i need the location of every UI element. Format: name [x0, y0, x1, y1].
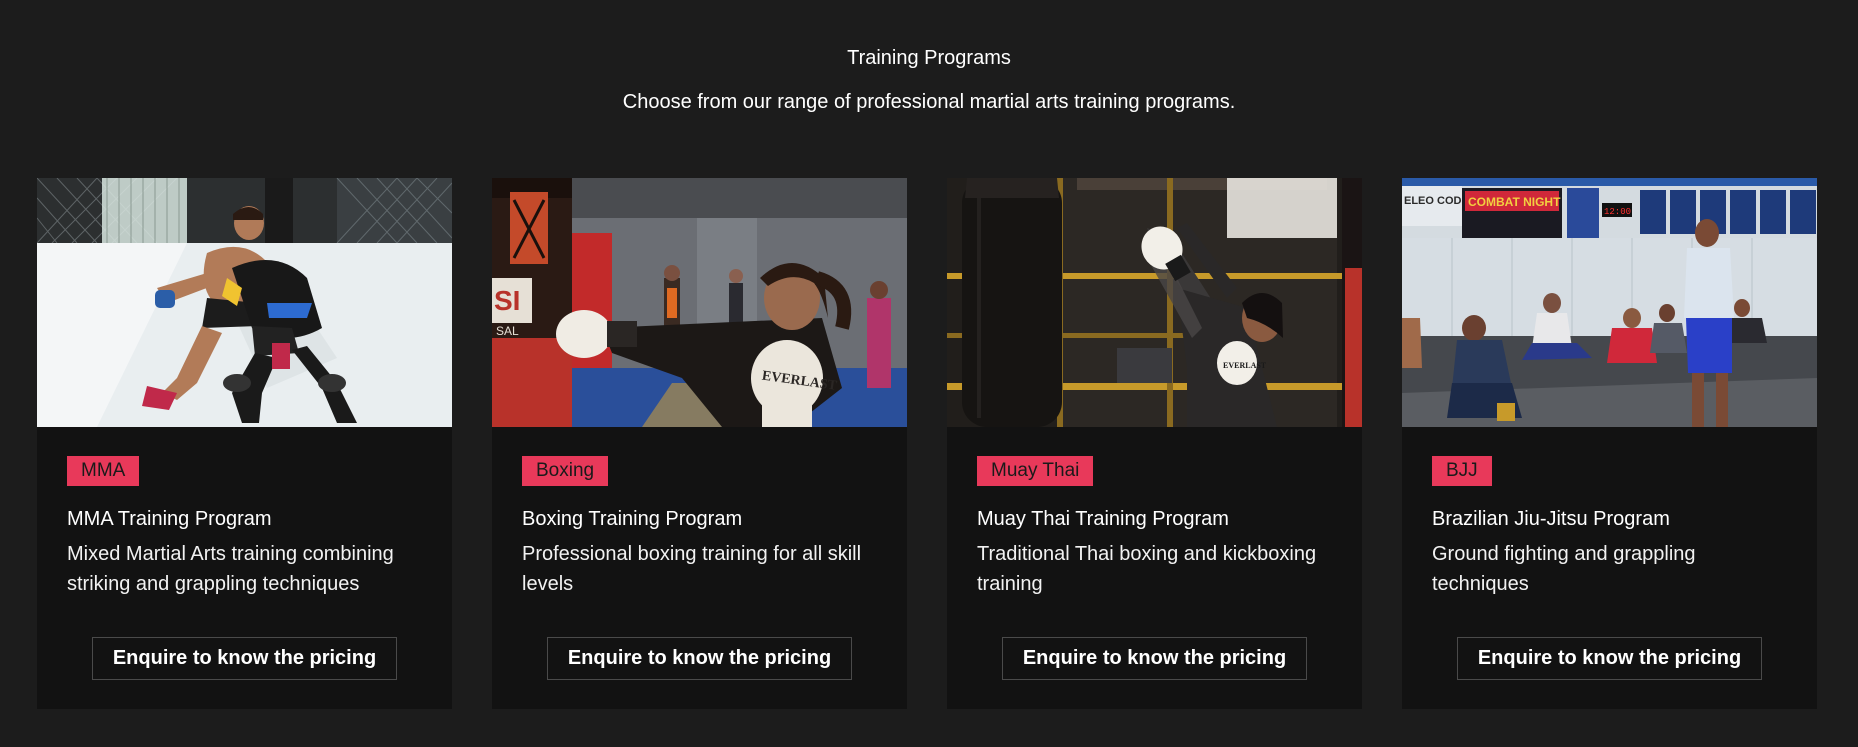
program-cards: MMA MMA Training Program Mixed Martial A…: [37, 178, 1817, 709]
section-title: Training Programs: [847, 47, 1011, 69]
card-title: MMA Training Program: [67, 508, 272, 530]
category-tag: MMA: [67, 456, 140, 486]
boxing-photo-illustration: SI SAL EVERLAST: [492, 178, 907, 427]
program-card-muay-thai: EVERLAST Muay Thai Muay Thai Training Pr…: [947, 178, 1362, 709]
section-header: Training Programs Choose from our range …: [0, 44, 1858, 116]
enquire-pricing-button[interactable]: Enquire to know the pricing: [1456, 637, 1763, 680]
card-title: Boxing Training Program: [522, 508, 743, 530]
section-subtitle: Choose from our range of professional ma…: [622, 91, 1236, 113]
card-description: Ground fighting and grappling techniques: [1432, 543, 1696, 595]
enquire-wrap: Enquire to know the pricing: [947, 637, 1362, 680]
program-card-mma: MMA MMA Training Program Mixed Martial A…: [37, 178, 452, 709]
card-body: BJJ Brazilian Jiu-Jitsu Program Ground f…: [1402, 427, 1817, 599]
card-body: MMA MMA Training Program Mixed Martial A…: [37, 427, 452, 599]
card-body: Muay Thai Muay Thai Training Program Tra…: [947, 427, 1362, 599]
wall-code-text: ELEO CODE: [1404, 195, 1469, 207]
category-tag: Boxing: [522, 456, 609, 486]
enquire-wrap: Enquire to know the pricing: [492, 637, 907, 680]
card-description: Traditional Thai boxing and kickboxing t…: [977, 543, 1317, 595]
bag-brand-text: SI: [494, 285, 520, 316]
card-description: Professional boxing training for all ski…: [522, 543, 862, 595]
bag-brand-subtext: SAL: [496, 324, 519, 338]
enquire-pricing-button[interactable]: Enquire to know the pricing: [1001, 637, 1308, 680]
scoreboard-text: 12:00: [1604, 207, 1631, 217]
event-banner-text: COMBAT NIGHT: [1468, 195, 1561, 209]
mma-photo-illustration: [37, 178, 452, 427]
muay-thai-photo: EVERLAST: [947, 178, 1362, 427]
category-tag: BJJ: [1432, 456, 1492, 486]
program-card-bjj: ELEO CODE COMBAT NIGHT 12:00 BJJ Brazili…: [1402, 178, 1817, 709]
bjj-photo-illustration: ELEO CODE COMBAT NIGHT 12:00: [1402, 178, 1817, 427]
boxing-photo: SI SAL EVERLAST: [492, 178, 907, 427]
page: Training Programs Choose from our range …: [0, 0, 1858, 747]
card-description: Mixed Martial Arts training combining st…: [67, 543, 394, 595]
enquire-pricing-button[interactable]: Enquire to know the pricing: [91, 637, 398, 680]
card-title: Brazilian Jiu-Jitsu Program: [1432, 508, 1670, 530]
program-card-boxing: SI SAL EVERLAST Boxing Boxing Training P…: [492, 178, 907, 709]
glove-brand-text: EVERLAST: [1223, 361, 1267, 370]
enquire-wrap: Enquire to know the pricing: [1402, 637, 1817, 680]
muay-thai-photo-illustration: EVERLAST: [947, 178, 1362, 427]
card-title: Muay Thai Training Program: [977, 508, 1229, 530]
mma-photo: [37, 178, 452, 427]
enquire-wrap: Enquire to know the pricing: [37, 637, 452, 680]
category-tag: Muay Thai: [977, 456, 1094, 486]
enquire-pricing-button[interactable]: Enquire to know the pricing: [546, 637, 853, 680]
bjj-photo: ELEO CODE COMBAT NIGHT 12:00: [1402, 178, 1817, 427]
card-body: Boxing Boxing Training Program Professio…: [492, 427, 907, 599]
